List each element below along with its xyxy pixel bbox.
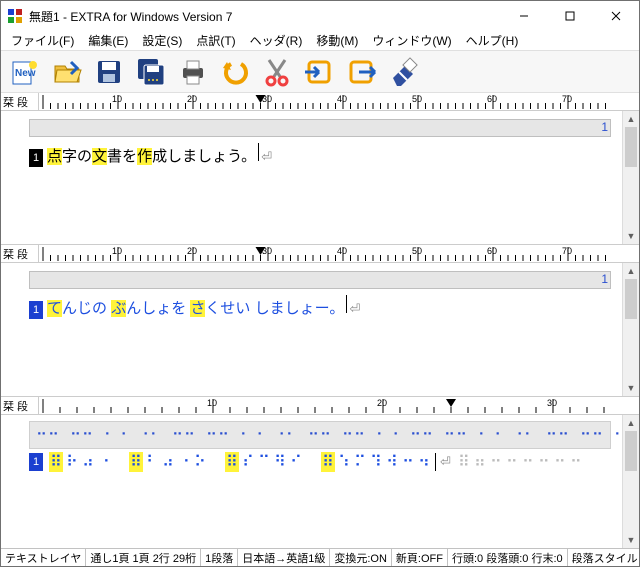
- import-button[interactable]: [299, 54, 339, 90]
- menu-move[interactable]: 移動(M): [310, 31, 364, 50]
- line-number: 1: [29, 301, 43, 319]
- open-button[interactable]: [47, 54, 87, 90]
- status-newpage[interactable]: 新頁:OFF: [392, 549, 448, 566]
- menu-window[interactable]: ウィンドウ(W): [366, 31, 457, 50]
- page-header-bar: 1: [29, 271, 611, 289]
- menu-settings[interactable]: 設定(S): [136, 31, 188, 50]
- braille-header-row: ⠒⠒ ⠒⠒ ⠂⠐ ⠐⠂ ⠒⠒ ⠒⠒ ⠂⠐ ⠐⠂ ⠒⠒ ⠒⠒ ⠂⠐ ⠒⠒ ⠒⠒ ⠂…: [29, 421, 611, 449]
- status-parastyle[interactable]: 段落スタイル: [568, 549, 639, 566]
- kana-pane-body[interactable]: 1 1 てんじの ぶんしょを さくせい しましょー。 ⏎ ▲▼: [1, 263, 639, 396]
- svg-text:New: New: [15, 68, 36, 79]
- svg-text:50: 50: [412, 246, 422, 256]
- text-line[interactable]: 1 点字の文書を作成しましょう。 ⏎: [29, 141, 611, 169]
- svg-text:70: 70: [562, 246, 572, 256]
- ruler-1[interactable]: 10203040506070: [39, 93, 639, 110]
- eraser-button[interactable]: [383, 54, 423, 90]
- menubar: ファイル(F) 編集(E) 設定(S) 点訳(T) ヘッダ(R) 移動(M) ウ…: [1, 31, 639, 51]
- svg-text:70: 70: [562, 94, 572, 104]
- page-header-bar: 1: [29, 119, 611, 137]
- maximize-button[interactable]: [547, 1, 593, 31]
- app-window: 無題1 - EXTRA for Windows Version 7 ファイル(F…: [0, 0, 640, 567]
- svg-text:20: 20: [377, 398, 387, 408]
- braille-pane-body[interactable]: ⠒⠒ ⠒⠒ ⠂⠐ ⠐⠂ ⠒⠒ ⠒⠒ ⠂⠐ ⠐⠂ ⠒⠒ ⠒⠒ ⠂⠐ ⠒⠒ ⠒⠒ ⠂…: [1, 415, 639, 548]
- save-all-button[interactable]: [131, 54, 171, 90]
- page-header-num: 1: [601, 272, 608, 286]
- ruler-label: 栞 段: [1, 397, 39, 414]
- svg-text:40: 40: [337, 246, 347, 256]
- text-caret: [346, 295, 347, 313]
- menu-edit[interactable]: 編集(E): [82, 31, 134, 50]
- svg-text:10: 10: [207, 398, 217, 408]
- svg-text:10: 10: [112, 246, 122, 256]
- vertical-scrollbar[interactable]: ▲▼: [622, 263, 639, 396]
- print-button[interactable]: [173, 54, 213, 90]
- cut-button[interactable]: [257, 54, 297, 90]
- braille-line[interactable]: 1 ⠿⠗⠴⠐ ⠿⠃⠴⠐⠕ ⠿⠎⠉⠻⠊ ⠿⠱⠍⠹⠺⠒⠲ ⏎ ⠿⠶⠒⠒⠒⠒⠒⠒: [29, 452, 611, 472]
- status-language[interactable]: 日本語→英語1級: [238, 549, 330, 566]
- menu-help[interactable]: ヘルプ(H): [460, 31, 525, 50]
- export-button[interactable]: [341, 54, 381, 90]
- line-number: 1: [29, 453, 43, 471]
- paragraph-mark-icon: ⏎: [261, 149, 272, 165]
- svg-text:10: 10: [112, 94, 122, 104]
- svg-text:40: 40: [337, 94, 347, 104]
- svg-text:20: 20: [187, 94, 197, 104]
- window-title: 無題1 - EXTRA for Windows Version 7: [29, 8, 232, 25]
- toolbar: New: [1, 51, 639, 93]
- status-layer[interactable]: テキストレイヤ: [1, 549, 86, 566]
- status-conversion[interactable]: 変換元:ON: [330, 549, 392, 566]
- svg-text:60: 60: [487, 246, 497, 256]
- save-button[interactable]: [89, 54, 129, 90]
- editor-panes: 栞 段 10 20 30 40 50 60 70 1 1 点字の文書を作成しましょう。 ⏎: [1, 93, 639, 548]
- close-button[interactable]: [593, 1, 639, 31]
- text-pane: 栞 段 10203040506070 1 1 点字の文書を作成しましょう。 ⏎: [1, 93, 639, 244]
- kana-line[interactable]: 1 てんじの ぶんしょを さくせい しましょー。 ⏎: [29, 293, 611, 321]
- titlebar: 無題1 - EXTRA for Windows Version 7: [1, 1, 639, 31]
- status-position[interactable]: 通し1頁 1頁 2行 29桁: [86, 549, 201, 566]
- text-caret: [435, 453, 436, 471]
- status-margins[interactable]: 行頭:0 段落頭:0 行末:0: [448, 549, 568, 566]
- undo-button[interactable]: [215, 54, 255, 90]
- app-icon: [7, 8, 23, 24]
- ruler-label: 栞 段: [1, 245, 39, 262]
- braille-tail: ⠿⠶⠒⠒⠒⠒⠒⠒: [457, 452, 583, 472]
- new-button[interactable]: New: [5, 54, 45, 90]
- page-header-num: 1: [601, 120, 608, 134]
- paragraph-mark-icon: ⏎: [440, 454, 451, 470]
- menu-file[interactable]: ファイル(F): [5, 31, 80, 50]
- vertical-scrollbar[interactable]: ▲▼: [622, 415, 639, 548]
- ruler-3[interactable]: 10 20 30: [39, 397, 639, 414]
- vertical-scrollbar[interactable]: ▲▼: [622, 111, 639, 244]
- kana-content[interactable]: てんじの ぶんしょを さくせい しましょー。: [47, 297, 344, 318]
- ruler-2[interactable]: 10203040506070: [39, 245, 639, 262]
- svg-text:30: 30: [547, 398, 557, 408]
- svg-text:20: 20: [187, 246, 197, 256]
- braille-pane: 栞 段 10 20 30 ⠒⠒ ⠒⠒ ⠂⠐ ⠐⠂ ⠒⠒ ⠒⠒ ⠂⠐ ⠐⠂ ⠒⠒ ⠒⠒…: [1, 396, 639, 548]
- ruler-label: 栞 段: [1, 93, 39, 110]
- text-content[interactable]: 点字の文書を作成しましょう。: [47, 145, 256, 166]
- line-number: 1: [29, 149, 43, 167]
- svg-text:50: 50: [412, 94, 422, 104]
- menu-braille[interactable]: 点訳(T): [190, 31, 241, 50]
- status-paragraph[interactable]: 1段落: [201, 549, 238, 566]
- text-pane-body[interactable]: 1 1 点字の文書を作成しましょう。 ⏎ ▲▼: [1, 111, 639, 244]
- menu-header[interactable]: ヘッダ(R): [244, 31, 309, 50]
- minimize-button[interactable]: [501, 1, 547, 31]
- text-caret: [258, 143, 259, 161]
- svg-text:60: 60: [487, 94, 497, 104]
- kana-pane: 栞 段 10203040506070 1 1 てんじの ぶんしょを さくせい し…: [1, 244, 639, 396]
- paragraph-mark-icon: ⏎: [349, 301, 360, 317]
- statusbar: テキストレイヤ 通し1頁 1頁 2行 29桁 1段落 日本語→英語1級 変換元:…: [1, 548, 639, 566]
- braille-content[interactable]: ⠿⠗⠴⠐ ⠿⠃⠴⠐⠕ ⠿⠎⠉⠻⠊ ⠿⠱⠍⠹⠺⠒⠲: [49, 452, 431, 472]
